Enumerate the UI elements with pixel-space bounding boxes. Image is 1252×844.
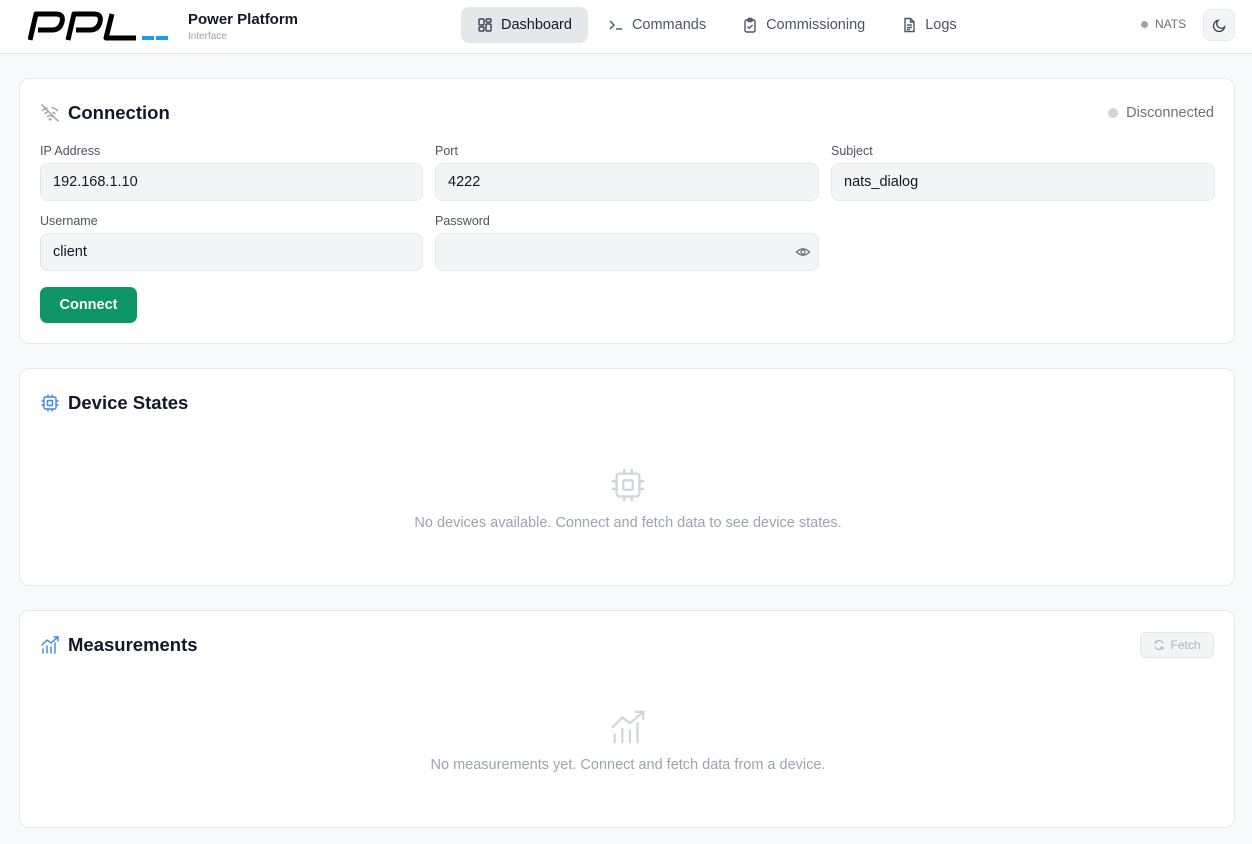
theme-toggle-button[interactable]: [1203, 9, 1235, 41]
subject-input[interactable]: [831, 163, 1215, 201]
measurements-empty-message: No measurements yet. Connect and fetch d…: [430, 757, 826, 773]
clipboard-check-icon: [744, 17, 756, 33]
fetch-button-label: Fetch: [1170, 638, 1201, 652]
port-label: Port: [435, 144, 458, 158]
connection-card: Connection Disconnected IP Address Port …: [19, 78, 1235, 344]
nats-status: NATS: [1141, 17, 1186, 31]
connection-status-dot: [1108, 108, 1119, 118]
connection-status: Disconnected: [1108, 105, 1214, 121]
nav-commissioning-label: Commissioning: [766, 17, 866, 33]
connection-status-label: Disconnected: [1126, 105, 1214, 121]
username-input[interactable]: [40, 233, 423, 271]
dashboard-grid-icon: [478, 18, 492, 32]
connection-title: Connection: [68, 102, 170, 123]
nats-status-label: NATS: [1155, 17, 1187, 31]
nav-commands-label: Commands: [631, 17, 707, 33]
port-input[interactable]: [435, 163, 819, 201]
cpu-chip-icon: [41, 394, 59, 412]
nav-dashboard[interactable]: Dashboard: [461, 7, 588, 43]
ppl-logo: [28, 11, 168, 41]
subject-label: Subject: [831, 144, 873, 158]
nav-commissioning[interactable]: Commissioning: [726, 7, 881, 43]
brand-subtitle: Interface: [188, 31, 227, 42]
main-nav: Dashboard Commands Commissioning Logs: [461, 7, 977, 43]
refresh-icon: [1154, 640, 1165, 650]
show-password-eye-icon[interactable]: [795, 244, 811, 260]
measurements-card: Measurements Fetch No measurements yet. …: [19, 610, 1235, 828]
nav-commands[interactable]: Commands: [592, 7, 722, 43]
fetch-button[interactable]: Fetch: [1140, 632, 1214, 658]
moon-icon: [1212, 18, 1226, 32]
nats-status-dot: [1141, 20, 1148, 28]
brand-title: Power Platform: [188, 11, 299, 28]
nav-logs-label: Logs: [925, 17, 957, 33]
wifi-off-icon: [41, 104, 59, 122]
devices-empty-message: No devices available. Connect and fetch …: [414, 515, 842, 531]
ip-address-input[interactable]: [40, 163, 423, 201]
username-label: Username: [40, 214, 98, 228]
nav-dashboard-label: Dashboard: [501, 17, 572, 33]
terminal-icon: [609, 20, 622, 30]
device-states-card: Device States No devices available. Conn…: [19, 368, 1235, 586]
password-label: Password: [435, 214, 490, 228]
device-states-title: Device States: [68, 392, 189, 413]
top-header: Power Platform Interface Dashboard Comma…: [0, 0, 1252, 54]
measurements-title: Measurements: [68, 634, 198, 655]
nav-logs[interactable]: Logs: [885, 7, 972, 43]
chart-trend-empty-icon: [611, 710, 645, 744]
chart-trend-icon: [41, 636, 59, 654]
document-icon: [904, 17, 915, 33]
cpu-chip-empty-icon: [611, 468, 645, 502]
connect-button[interactable]: Connect: [40, 287, 137, 323]
password-input[interactable]: [435, 233, 819, 271]
ip-address-label: IP Address: [40, 144, 101, 158]
